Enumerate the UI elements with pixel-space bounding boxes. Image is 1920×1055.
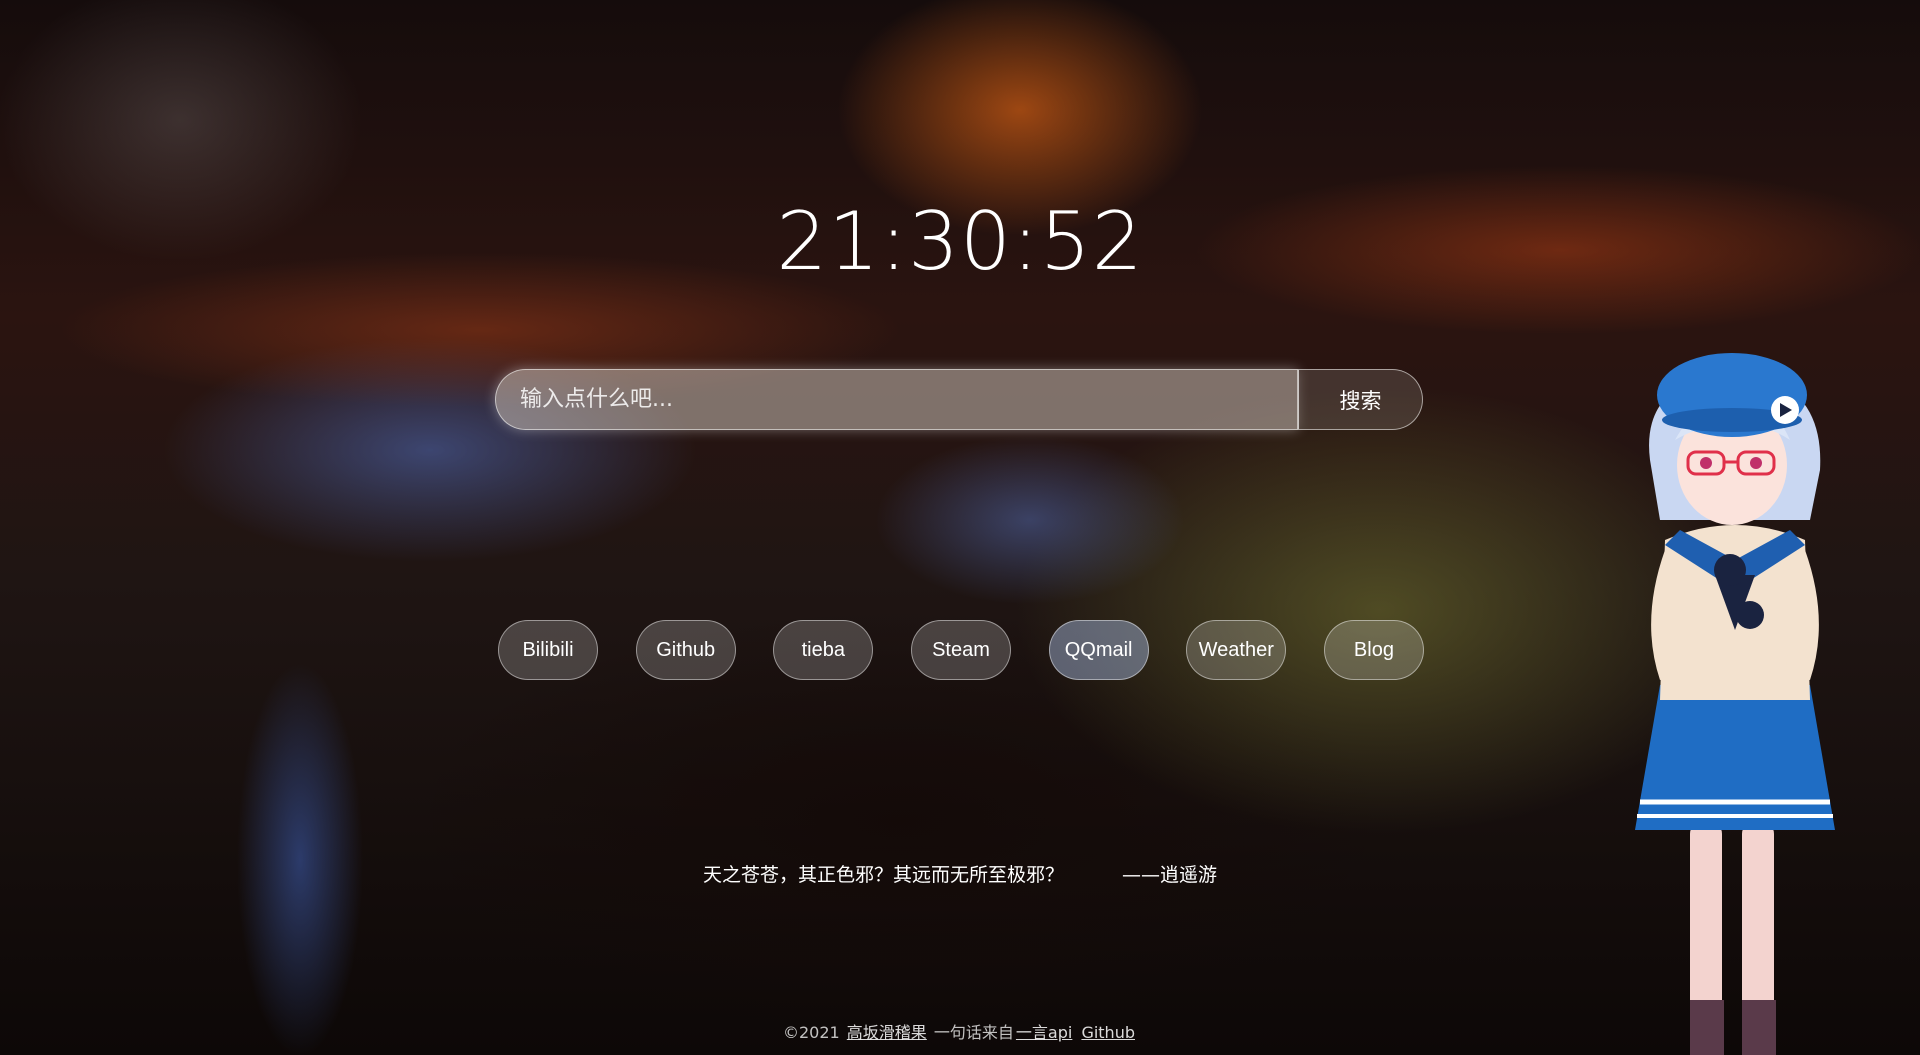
search-button[interactable]: 搜索 — [1298, 369, 1423, 430]
quick-links: Bilibili Github tieba Steam QQmail Weath… — [498, 620, 1424, 680]
link-tieba[interactable]: tieba — [773, 620, 874, 680]
link-bilibili[interactable]: Bilibili — [498, 620, 598, 680]
quote-source: ——逍遥游 — [1122, 864, 1218, 886]
search-bar: 搜索 — [495, 369, 1423, 430]
github-link[interactable]: Github — [1081, 1023, 1135, 1042]
search-input[interactable] — [495, 369, 1298, 430]
clock-display: 21:30:52 — [776, 195, 1144, 288]
author-link[interactable]: 高坂滑稽果 — [847, 1023, 927, 1042]
link-github[interactable]: Github — [635, 620, 736, 680]
link-weather[interactable]: Weather — [1186, 620, 1287, 680]
hitokoto-api-link[interactable]: 一言api — [1016, 1023, 1072, 1042]
anime-girl-mascot-icon[interactable] — [1620, 340, 1850, 1055]
link-qqmail[interactable]: QQmail — [1048, 620, 1149, 680]
copyright-text: ©2021 — [782, 1023, 840, 1042]
link-steam[interactable]: Steam — [910, 620, 1011, 680]
quote-text: 天之苍苍，其正色邪？其远而无所至极邪？ — [702, 864, 1064, 886]
link-blog[interactable]: Blog — [1323, 620, 1424, 680]
source-prefix: 一句话来自 — [933, 1023, 1014, 1042]
